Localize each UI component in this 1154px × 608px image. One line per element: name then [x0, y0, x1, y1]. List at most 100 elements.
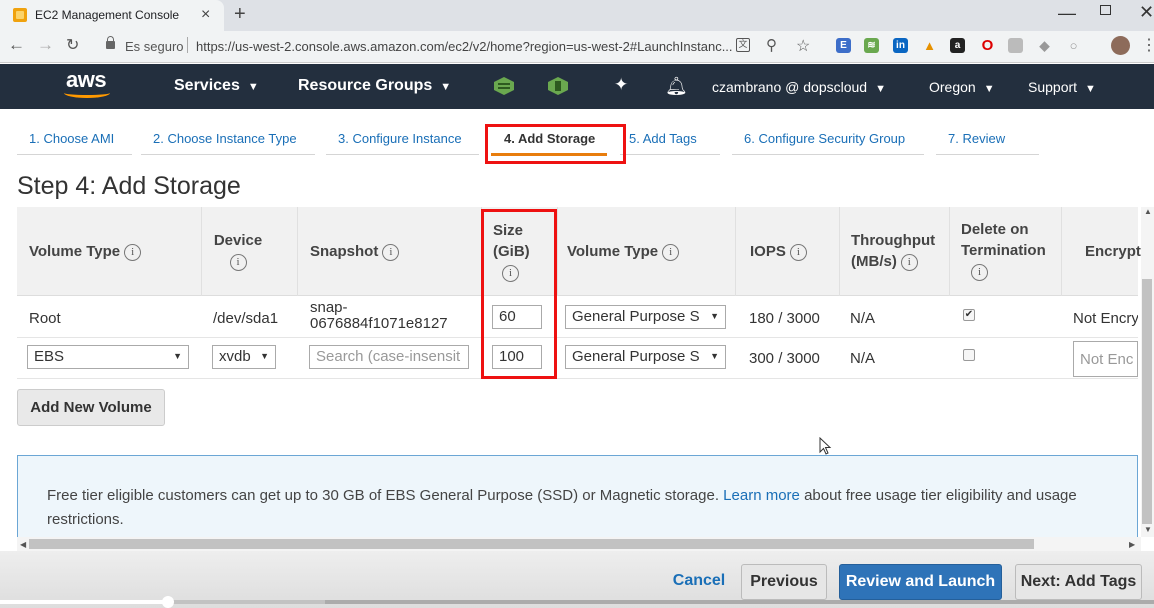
header-volume-type-2-label: Volume Type — [567, 243, 659, 260]
table-row: EBS ▼ xvdb ▼ Search (case-insensit 100 Gen… — [17, 338, 1138, 379]
horizontal-scroll-thumb[interactable] — [29, 539, 1034, 549]
bookmark-star-icon[interactable]: ☆ — [796, 36, 810, 56]
linkedin-extension-icon[interactable]: in — [893, 38, 908, 53]
video-buffer-bar — [168, 600, 326, 604]
extension-icon-2[interactable]: ≋ — [864, 38, 879, 53]
chevron-down-icon: ▼ — [247, 81, 259, 93]
step-choose-ami[interactable]: 1. Choose AMI — [29, 131, 114, 146]
info-icon[interactable]: i — [662, 243, 680, 261]
scroll-down-icon[interactable]: ▼ — [1144, 525, 1152, 534]
vertical-scroll-thumb[interactable] — [1142, 279, 1152, 524]
info-icon[interactable]: i — [789, 243, 807, 261]
new-tab-icon[interactable]: + — [234, 3, 246, 26]
row-volume-type: Root — [29, 310, 61, 327]
bell-icon[interactable]: 🔔︎ — [665, 76, 688, 97]
tab-close-icon[interactable]: × — [201, 6, 210, 24]
row-snapshot: snap- 0676884f1071e8127 — [310, 300, 448, 332]
review-and-launch-button[interactable]: Review and Launch — [839, 564, 1002, 600]
device-select[interactable]: xvdb ▼ — [212, 345, 276, 369]
previous-button[interactable]: Previous — [741, 564, 827, 600]
zoom-icon[interactable]: ⚲ — [766, 36, 777, 54]
translate-icon[interactable]: 文 — [736, 38, 750, 52]
page-title: Step 4: Add Storage — [17, 172, 241, 200]
highlight-box-size — [481, 209, 557, 379]
column-divider — [1061, 207, 1062, 296]
service-shortcut-icon-1[interactable] — [494, 77, 514, 95]
services-menu[interactable]: Services ▼ — [174, 77, 259, 95]
service-shortcut-icon-2[interactable] — [548, 77, 568, 95]
support-label: Support — [1028, 79, 1078, 95]
encryption-select[interactable]: Not Enc — [1073, 341, 1138, 377]
extension-icon-7[interactable] — [1008, 38, 1023, 53]
browser-tab[interactable]: EC2 Management Console × — [0, 0, 224, 31]
region-menu[interactable]: Oregon ▼ — [929, 79, 995, 95]
next-add-tags-button[interactable]: Next: Add Tags — [1015, 564, 1142, 600]
reload-icon[interactable]: ↻ — [66, 35, 79, 55]
cancel-button[interactable]: Cancel — [667, 564, 731, 600]
volume-type-select[interactable]: EBS ▼ — [27, 345, 189, 369]
snapshot-id-part2: 0676884f1071e8127 — [310, 315, 448, 332]
account-menu[interactable]: czambrano @ dopscloud ▼ — [712, 79, 886, 95]
tab-title: EC2 Management Console — [35, 8, 180, 22]
extension-icon-1[interactable]: E — [836, 38, 851, 53]
header-volume-type: Volume Type i — [29, 241, 142, 262]
header-delete-label: Delete on — [961, 221, 1029, 238]
snapshot-id-part1: snap- — [310, 299, 348, 316]
resource-groups-menu[interactable]: Resource Groups ▼ — [298, 77, 451, 95]
header-volume-type-label: Volume Type — [29, 243, 121, 260]
profile-avatar[interactable] — [1111, 36, 1130, 55]
extension-icon-8[interactable]: ◆ — [1037, 38, 1052, 53]
header-throughput: Throughput (MB/s) i — [851, 230, 935, 272]
info-icon[interactable]: i — [900, 253, 918, 271]
column-divider — [201, 207, 202, 296]
horizontal-scrollbar[interactable]: ◀ ▶ — [17, 537, 1141, 551]
info-icon[interactable]: i — [124, 243, 142, 261]
delete-on-termination-checkbox[interactable] — [963, 349, 975, 361]
header-device-label: Device — [213, 232, 263, 249]
column-divider — [735, 207, 736, 296]
support-menu[interactable]: Support ▼ — [1028, 79, 1096, 95]
extension-icon-5[interactable]: a — [950, 38, 965, 53]
window-minimize-icon[interactable]: — — [1058, 3, 1076, 24]
video-progress-bar[interactable] — [0, 596, 1154, 608]
window-close-icon[interactable]: ✕ — [1139, 2, 1154, 23]
snapshot-search-input[interactable]: Search (case-insensit — [309, 345, 469, 369]
info-icon[interactable]: i — [382, 243, 400, 261]
browser-tab-bar: EC2 Management Console × + — ✕ — [0, 0, 1154, 31]
delete-on-termination-checkbox[interactable]: ✔ — [963, 309, 975, 321]
header-throughput-unit: (MB/s) — [851, 253, 897, 270]
pin-icon[interactable]: ✦ — [614, 75, 628, 95]
forward-arrow-icon[interactable]: → — [37, 35, 54, 55]
column-divider — [839, 207, 840, 296]
aws-top-nav: aws Services ▼ Resource Groups ▼ ✦ 🔔︎ czam… — [0, 64, 1154, 109]
extension-icon-9[interactable]: ○ — [1066, 38, 1081, 53]
row-encryption: Not Encry — [1073, 310, 1138, 327]
info-icon[interactable]: i — [971, 263, 988, 281]
browser-menu-icon[interactable]: ⋮ — [1141, 35, 1154, 55]
scroll-left-icon[interactable]: ◀ — [20, 540, 26, 549]
step-choose-instance-type[interactable]: 2. Choose Instance Type — [153, 131, 297, 146]
step-configure-instance[interactable]: 3. Configure Instance — [338, 131, 462, 146]
row-throughput: N/A — [850, 350, 876, 367]
step-review[interactable]: 7. Review — [948, 131, 1005, 146]
header-device: Device i — [213, 230, 263, 272]
chevron-down-icon: ▼ — [983, 83, 995, 95]
info-icon[interactable]: i — [229, 253, 247, 271]
window-restore-icon[interactable] — [1100, 5, 1111, 15]
step-add-tags[interactable]: 5. Add Tags — [629, 131, 697, 146]
warning-extension-icon[interactable]: ▲ — [922, 38, 937, 53]
opera-extension-icon[interactable]: O — [980, 38, 995, 53]
vertical-scrollbar[interactable]: ▲ ▼ — [1141, 207, 1154, 537]
table-row: Root /dev/sda1 snap- 0676884f1071e8127 60… — [17, 297, 1138, 338]
volume-type-select[interactable]: General Purpose S ▼ — [565, 305, 726, 329]
step-configure-security-group[interactable]: 6. Configure Security Group — [744, 131, 905, 146]
dropdown-arrow-icon: ▼ — [260, 351, 269, 361]
back-arrow-icon[interactable]: ← — [8, 35, 25, 55]
scroll-right-icon[interactable]: ▶ — [1129, 540, 1135, 549]
scroll-up-icon[interactable]: ▲ — [1144, 207, 1152, 216]
learn-more-link[interactable]: Learn more — [723, 487, 800, 504]
volume-type-select[interactable]: General Purpose S ▼ — [565, 345, 726, 369]
add-new-volume-button[interactable]: Add New Volume — [17, 389, 165, 426]
url-input[interactable]: https://us-west-2.console.aws.amazon.com… — [196, 39, 733, 54]
free-tier-info-text: Free tier eligible customers can get up … — [47, 484, 1127, 532]
